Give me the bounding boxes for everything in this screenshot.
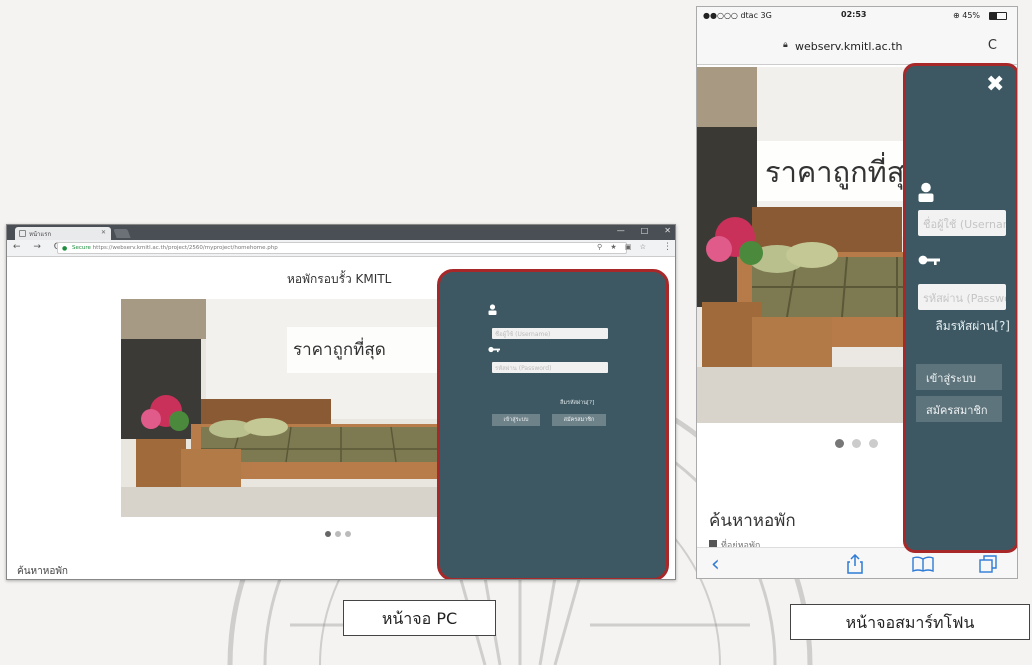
tabs-icon[interactable] — [979, 555, 997, 573]
carousel-indicators — [325, 531, 351, 537]
carrier-signal: ●●○○○ dtac 3G — [703, 11, 772, 20]
username-input[interactable]: ชื่อผู้ใช้ (Username) — [492, 328, 608, 339]
url-text: webserv.kmitl.ac.th — [795, 40, 903, 53]
page-icon — [19, 230, 26, 237]
forgot-password-link[interactable]: ลืมรหัสผ่าน[?] — [924, 316, 1010, 336]
forgot-password-link[interactable]: ลืมรหัสผ่าน[?] — [560, 399, 594, 407]
user-icon — [488, 304, 497, 315]
lock-icon: 🔒︎ — [783, 40, 788, 50]
clock: 02:53 — [841, 10, 867, 19]
close-icon[interactable]: ✖ — [986, 72, 1004, 97]
status-bar: ●●○○○ dtac 3G 02:53 ⊕ 45% — [697, 7, 1017, 25]
phone-screenshot: ●●○○○ dtac 3G 02:53 ⊕ 45% 🔒︎ webserv.kmi… — [696, 6, 1018, 579]
hero-slogan: ราคาถูกที่สุด — [287, 327, 437, 373]
user-icon — [918, 182, 934, 202]
carousel-dot[interactable] — [345, 531, 351, 537]
share-icon[interactable] — [847, 554, 863, 574]
minimize-button[interactable]: — — [617, 226, 625, 235]
login-sidebar-panel: ชื่อผู้ใช้ (Username) รหัสผ่าน (Password… — [437, 269, 669, 579]
new-tab-button[interactable] — [113, 229, 131, 238]
key-icon — [488, 346, 500, 353]
carousel-dot[interactable] — [852, 439, 861, 448]
address-toolbar: ← → C ● Secure https://webserv.kmitl.ac.… — [7, 240, 675, 257]
carousel-dot[interactable] — [835, 439, 844, 448]
search-heading: ค้นหาหอพัก — [709, 511, 796, 531]
bookmarks-icon[interactable] — [912, 556, 934, 572]
url-text: https://webserv.kmitl.ac.th/project/2560… — [92, 245, 278, 251]
key-icon — [918, 254, 940, 266]
password-input[interactable]: รหัสผ่าน (Password) — [492, 362, 608, 373]
login-button[interactable]: เข้าสู่ระบบ — [492, 414, 540, 426]
carousel-dot[interactable] — [869, 439, 878, 448]
browser-tab-bar: หน้าแรก ✕ — □ ✕ — [7, 225, 675, 240]
battery-icon — [989, 12, 1007, 20]
hero-carousel-image: ราคาถูกที่สุด — [121, 299, 437, 517]
back-icon[interactable]: ‹ — [711, 552, 720, 577]
register-button[interactable]: สมัครสมาชิก — [916, 396, 1002, 422]
hero-slogan: ราคาถูกที่สุด — [757, 141, 917, 201]
close-window-button[interactable]: ✕ — [664, 226, 671, 235]
pc-screenshot: หน้าแรก ✕ — □ ✕ ← → C ● Secure https://w… — [6, 224, 676, 580]
login-sidebar-panel: ✖ ชื่อผู้ใช้ (Username) รหัสผ่าน (Passwo… — [903, 63, 1017, 553]
username-input[interactable]: ชื่อผู้ใช้ (Username) — [918, 210, 1006, 236]
browser-tab[interactable]: หน้าแรก ✕ — [15, 227, 111, 240]
carousel-indicators — [835, 439, 878, 448]
browser-menu-icon[interactable]: ⋮ — [663, 242, 672, 252]
window-controls: — □ ✕ — [617, 226, 671, 235]
carousel-dot[interactable] — [325, 531, 331, 537]
site-title: หอพักรอบรั้ว KMITL — [287, 272, 392, 286]
secure-label: Secure — [72, 245, 91, 251]
extension-icons[interactable]: ⚲ ★ ▣ ☆ — [597, 243, 649, 251]
register-button[interactable]: สมัครสมาชิก — [552, 414, 606, 426]
caption-phone: หน้าจอสมาร์ทโฟน — [790, 604, 1030, 640]
caption-pc: หน้าจอ PC — [343, 600, 496, 636]
login-button[interactable]: เข้าสู่ระบบ — [916, 364, 1002, 390]
lock-icon: ● — [62, 245, 68, 252]
maximize-button[interactable]: □ — [641, 226, 649, 235]
close-tab-icon[interactable]: ✕ — [101, 229, 106, 236]
safari-address-bar[interactable]: 🔒︎ webserv.kmitl.ac.th C — [697, 25, 1017, 65]
tab-title: หน้าแรก — [29, 231, 52, 238]
carousel-dot[interactable] — [335, 531, 341, 537]
password-input[interactable]: รหัสผ่าน (Password) — [918, 284, 1006, 310]
battery-percent: ⊕ 45% — [953, 11, 981, 20]
address-bar[interactable]: ● Secure https://webserv.kmitl.ac.th/pro… — [57, 242, 627, 254]
search-heading: ค้นหาหอพัก — [17, 566, 68, 577]
reload-icon[interactable]: C — [988, 38, 997, 53]
